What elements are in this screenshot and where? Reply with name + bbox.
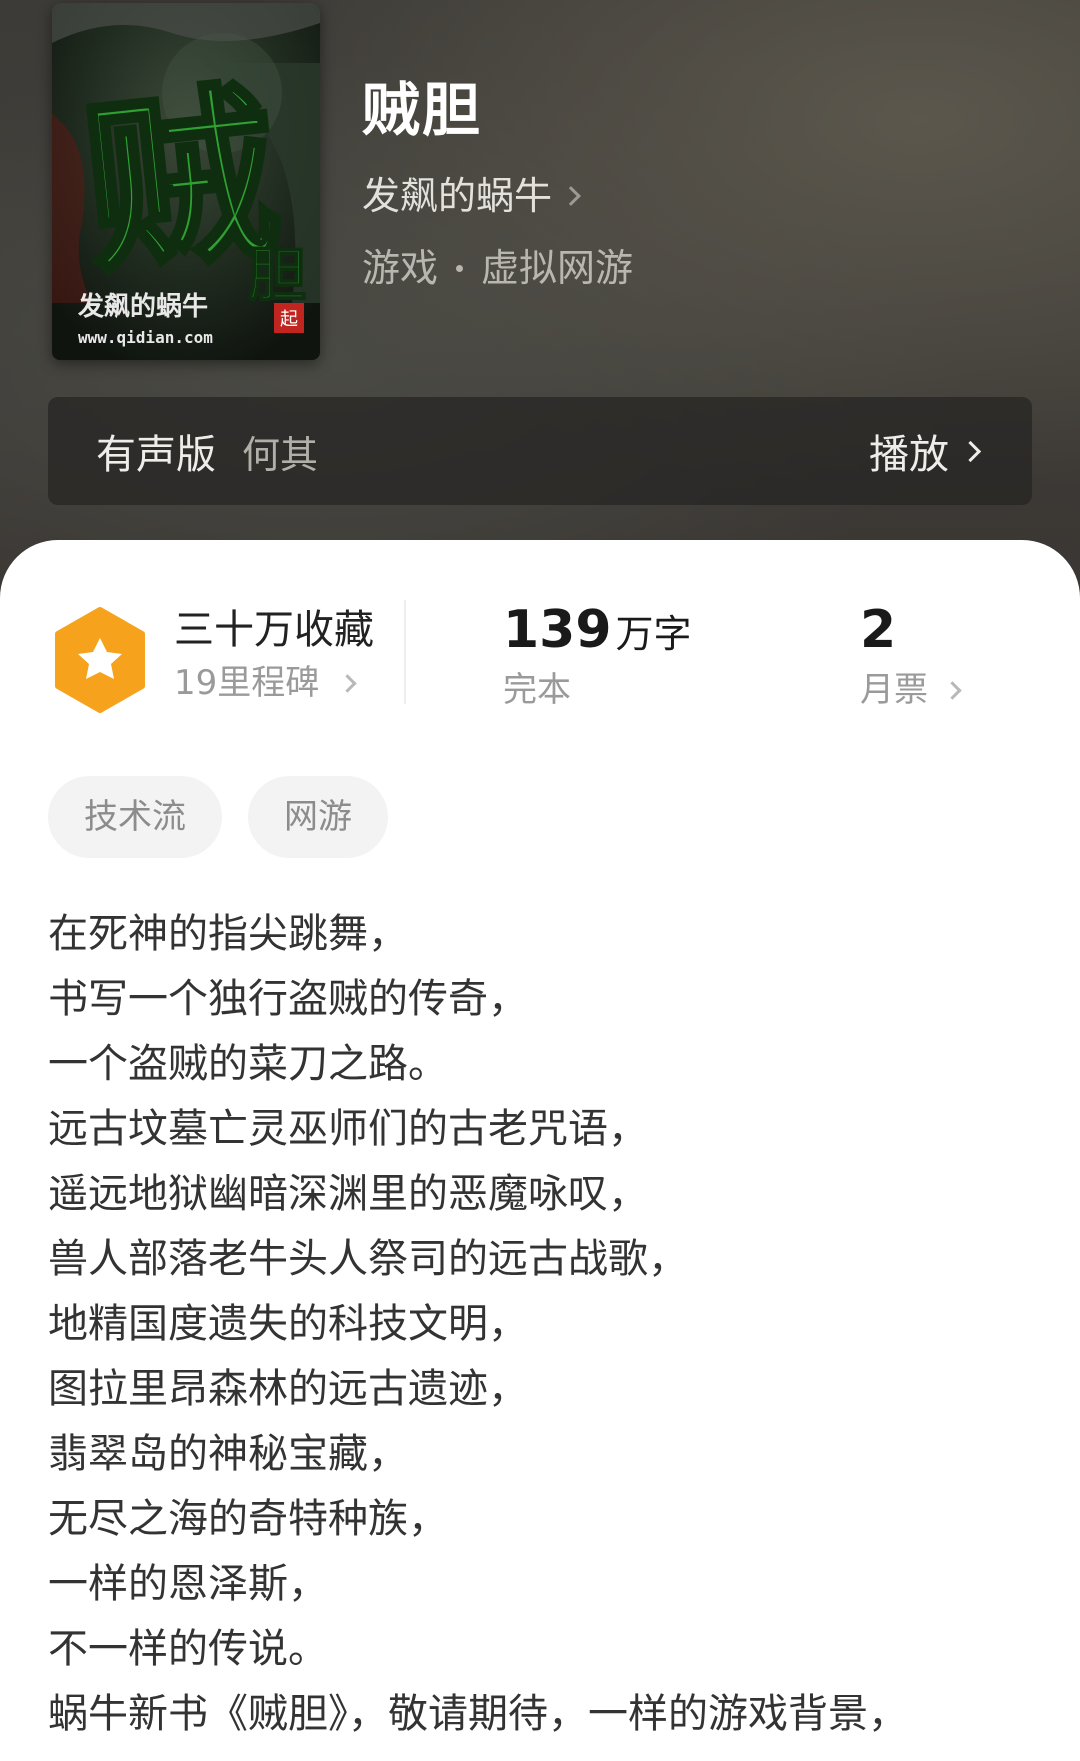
tag-list: 技术流 网游 (48, 776, 414, 858)
genre-row: 游戏 虚拟网游 (362, 240, 633, 296)
cover-seal-text: 起 (280, 309, 298, 330)
word-count-value: 139 (503, 600, 612, 660)
cover-small-char: 胆 (248, 241, 306, 309)
tag-chip[interactable]: 网游 (248, 776, 388, 858)
monthly-votes-label: 月票 (860, 670, 928, 710)
collection-stat[interactable]: 三十万收藏 19里程碑 (174, 602, 374, 708)
monthly-votes-value: 2 (860, 600, 897, 660)
separator-dot (456, 264, 464, 272)
book-header: 贼 胆 发飙的蜗牛 www.qidian.com 起 贼胆 发飙的蜗牛 游戏 虚… (0, 0, 1080, 600)
cover-author: 发飙的蜗牛 (77, 291, 208, 322)
audio-version-bar[interactable]: 有声版 何其 播放 (48, 397, 1032, 505)
collection-label: 三十万收藏 (174, 607, 374, 653)
chevron-right-icon (959, 440, 982, 462)
author-link[interactable]: 发飙的蜗牛 (362, 168, 581, 224)
book-cover[interactable]: 贼 胆 发飙的蜗牛 www.qidian.com 起 (52, 3, 320, 360)
word-count-stat: 139 万字 完本 (503, 598, 692, 718)
tag-chip[interactable]: 技术流 (48, 776, 222, 858)
chevron-right-icon (561, 186, 581, 206)
genre-primary: 游戏 (362, 246, 439, 290)
stats-divider (404, 600, 406, 704)
intro-line: 遥远地狱幽暗深渊里的恶魔咏叹， (48, 1171, 648, 1217)
author-name: 发飙的蜗牛 (362, 174, 553, 218)
intro-line: 在死神的指尖跳舞， (48, 911, 408, 957)
intro-line: 书写一个独行盗贼的传奇， (48, 976, 528, 1022)
intro-line: 翡翠岛的神秘宝藏， (48, 1431, 408, 1477)
word-count-unit: 万字 (615, 612, 692, 656)
intro-line: 图拉里昂森林的远古遗迹， (48, 1366, 528, 1412)
play-label: 播放 (869, 432, 949, 478)
chevron-right-icon (338, 673, 357, 693)
stats-row: 三十万收藏 19里程碑 139 万字 完本 2 月票 (0, 598, 1080, 728)
collection-badge-icon[interactable] (52, 606, 148, 714)
book-cover-art: 贼 胆 发飙的蜗牛 www.qidian.com 起 (52, 3, 320, 360)
completion-status: 完本 (503, 670, 571, 710)
book-title: 贼胆 (362, 76, 483, 144)
chevron-right-icon (943, 680, 962, 700)
audio-label: 有声版 (96, 432, 216, 478)
intro-line: 兽人部落老牛头人祭司的远古战歌， (48, 1236, 688, 1282)
milestone-label: 19里程碑 (174, 663, 320, 703)
intro-line: 蜗牛新书《贼胆》，敬请期待，一样的游戏背景， (48, 1691, 908, 1737)
genre-secondary: 虚拟网游 (481, 246, 634, 290)
intro-line: 不一样的传说。 (48, 1626, 328, 1672)
milestone-link[interactable]: 19里程碑 (174, 658, 374, 708)
book-detail-page: 贼 胆 发飙的蜗牛 www.qidian.com 起 贼胆 发飙的蜗牛 游戏 虚… (0, 0, 1080, 1761)
intro-line: 无尽之海的奇特种族， (48, 1496, 448, 1542)
book-intro: 在死神的指尖跳舞， 书写一个独行盗贼的传奇， 一个盗贼的菜刀之路。 远古坟墓亡灵… (48, 902, 1048, 1747)
audio-narrator: 何其 (242, 432, 319, 477)
intro-line: 远古坟墓亡灵巫师们的古老咒语， (48, 1106, 648, 1152)
intro-line: 地精国度遗失的科技文明， (48, 1301, 528, 1347)
intro-line: 一个盗贼的菜刀之路。 (48, 1041, 448, 1087)
monthly-votes-stat[interactable]: 2 月票 (860, 598, 962, 718)
intro-line: 一样的恩泽斯， (48, 1561, 328, 1607)
play-button[interactable]: 播放 (869, 422, 982, 480)
cover-url: www.qidian.com (78, 328, 213, 347)
